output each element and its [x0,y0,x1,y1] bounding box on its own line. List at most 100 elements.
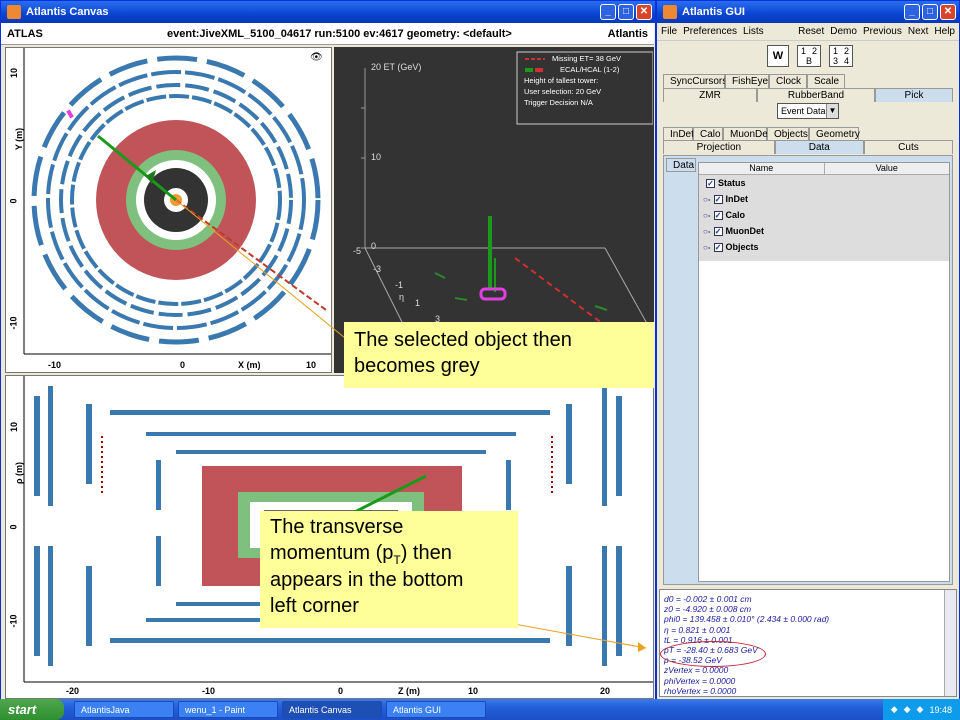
tab-indet[interactable]: InDet [663,127,694,141]
output-panel: d0 = -0.002 ± 0.001 cm z0 = -4.920 ± 0.0… [659,589,957,697]
menu-previous[interactable]: Previous [863,26,902,37]
gui-title: Atlantis GUI [682,6,745,18]
rz-y-title: ρ (m) [14,461,25,485]
tab-pick[interactable]: Pick [875,88,953,102]
header-atlas: ATLAS [7,27,43,40]
header-event: event:JiveXML_5100_04617 run:5100 ev:461… [167,27,512,40]
tray-icon[interactable]: ◆ [891,704,898,715]
layout-12b-button[interactable]: 12 B [797,45,821,67]
expand-icon[interactable]: ○- [703,211,711,220]
minimize-icon[interactable]: _ [600,4,616,20]
tab-calo[interactable]: Calo [693,127,723,141]
xy-y-title: Y (m) [14,127,25,151]
checkbox-icon[interactable]: ✓ [706,178,715,188]
menu-file[interactable]: File [661,26,677,37]
lego-eta-label: η [399,292,405,302]
tree-calo[interactable]: ○- ✓ Calo [699,207,949,223]
legend-trigger: Trigger Decision N/A [524,98,593,107]
task-atlantisjava[interactable]: AtlantisJava [74,701,174,718]
expand-icon[interactable]: ○- [703,227,711,236]
legend-tallest: Height of tallest tower: [524,76,599,85]
maximize-icon[interactable]: □ [618,4,634,20]
tree-indet[interactable]: ○- ✓ InDet [699,191,949,207]
tree-objects[interactable]: ○- ✓ Objects [699,239,949,255]
tab-projection[interactable]: Projection [663,140,775,154]
expand-icon[interactable]: ○- [703,195,711,204]
expand-icon[interactable]: ○- [703,243,711,252]
callout-pt-line3: appears in the bottom [270,568,464,591]
task-paint[interactable]: wenu_1 - Paint [178,701,278,718]
start-button[interactable]: start [0,699,64,720]
rz-x-title: Z (m) [398,686,420,696]
data-panel: Data Name Value ✓ Status ○- ✓ InDet ○- ✓ Calo… [663,155,953,585]
layout-a-b: B [805,56,812,66]
tab-zmr[interactable]: ZMR [663,88,757,102]
tab-clock[interactable]: Clock [769,74,807,88]
callout-grey: The selected object then becomes grey [344,322,654,388]
checkbox-icon[interactable]: ✓ [713,226,723,236]
tree-muondet-label: MuonDet [725,226,765,236]
canvas-titlebar[interactable]: Atlantis Canvas _ □ ✕ [1,1,655,23]
tab-muondet[interactable]: MuonDet [723,127,771,141]
tree-status[interactable]: ✓ Status [699,175,949,191]
output-line: z0 = -4.920 ± 0.008 cm [664,604,752,615]
menu-next[interactable]: Next [908,26,929,37]
menu-lists[interactable]: Lists [743,26,764,37]
tab-rubberband[interactable]: RubberBand [757,88,875,102]
lego-tick-m1: -1 [395,280,404,290]
tab-synccursors[interactable]: SyncCursors [663,74,727,88]
layout-1234-button[interactable]: 12 34 [829,45,853,67]
close-icon[interactable]: ✕ [636,4,652,20]
side-tab-data[interactable]: Data [666,158,696,172]
col-value: Value [875,163,898,173]
checkbox-icon[interactable]: ✓ [713,210,723,220]
checkbox-icon[interactable]: ✓ [713,242,723,252]
tab-scale[interactable]: Scale [807,74,845,88]
header-atlantis: Atlantis [607,27,648,40]
task-atlantis-canvas[interactable]: Atlantis Canvas [282,701,382,718]
xy-y-tick-top: 10 [9,67,20,79]
w-button[interactable]: W [767,45,789,67]
callout-pt-line1: The transverse [270,516,404,538]
rz-x-tick-20: 20 [600,686,611,696]
callout-pt-line2b: ) then [400,541,452,564]
callout-pt-line4: left corner [270,594,359,617]
tray-icon[interactable]: ◆ [917,704,924,715]
close-icon[interactable]: ✕ [940,4,956,20]
menu-preferences[interactable]: Preferences [683,26,737,37]
legend-ecal-hcal: ECAL/HCAL (1-2) [560,65,620,74]
tree-indet-label: InDet [725,194,749,204]
menu-reset[interactable]: Reset [798,26,824,37]
tab-geometry[interactable]: Geometry [809,127,860,141]
xy-view[interactable]: 👁 Y (m) 10 0 -10 -10 0 X (m) 10 [5,47,332,373]
xy-y-tick-mid: 0 [8,198,19,204]
tray-icon[interactable]: ◆ [904,704,911,715]
lego-tick-1: 1 [415,298,421,308]
tree-muondet[interactable]: ○- ✓ MuonDet [699,223,949,239]
tab-objects[interactable]: Objects [767,127,809,141]
maximize-icon[interactable]: □ [922,4,938,20]
menu-help[interactable]: Help [934,26,955,37]
task-label: AtlantisJava [81,704,130,715]
event-data-select[interactable]: Event Data ▼ [777,103,839,119]
lego-legend: Missing ET= 38 GeV ECAL/HCAL (1-2) Heigh… [520,53,650,108]
checkbox-icon[interactable]: ✓ [713,194,723,204]
layout-b-4: 4 [843,56,849,66]
rz-y-tick-bot: -10 [8,614,19,628]
tab-data[interactable]: Data [774,140,864,154]
output-scrollbar[interactable] [944,590,956,696]
tree-calo-label: Calo [725,210,746,220]
task-label: wenu_1 - Paint [185,704,246,715]
data-table: Name Value ✓ Status ○- ✓ InDet ○- ✓ Calo ○- ✓ M… [698,162,950,582]
tab-fisheye[interactable]: FishEye [725,74,769,88]
task-atlantis-gui[interactable]: Atlantis GUI [386,701,486,718]
gui-titlebar[interactable]: Atlantis GUI _ □ ✕ [657,1,959,23]
output-line: d0 = -0.002 ± 0.001 cm [664,594,752,604]
col-name: Name [699,163,825,174]
tab-cuts[interactable]: Cuts [863,140,954,154]
xy-y-tick-bot: -10 [8,316,19,330]
minimize-icon[interactable]: _ [904,4,920,20]
app-icon [7,5,21,19]
menu-demo[interactable]: Demo [830,26,857,37]
gui-window: Atlantis GUI _ □ ✕ File Preferences List… [656,0,960,700]
